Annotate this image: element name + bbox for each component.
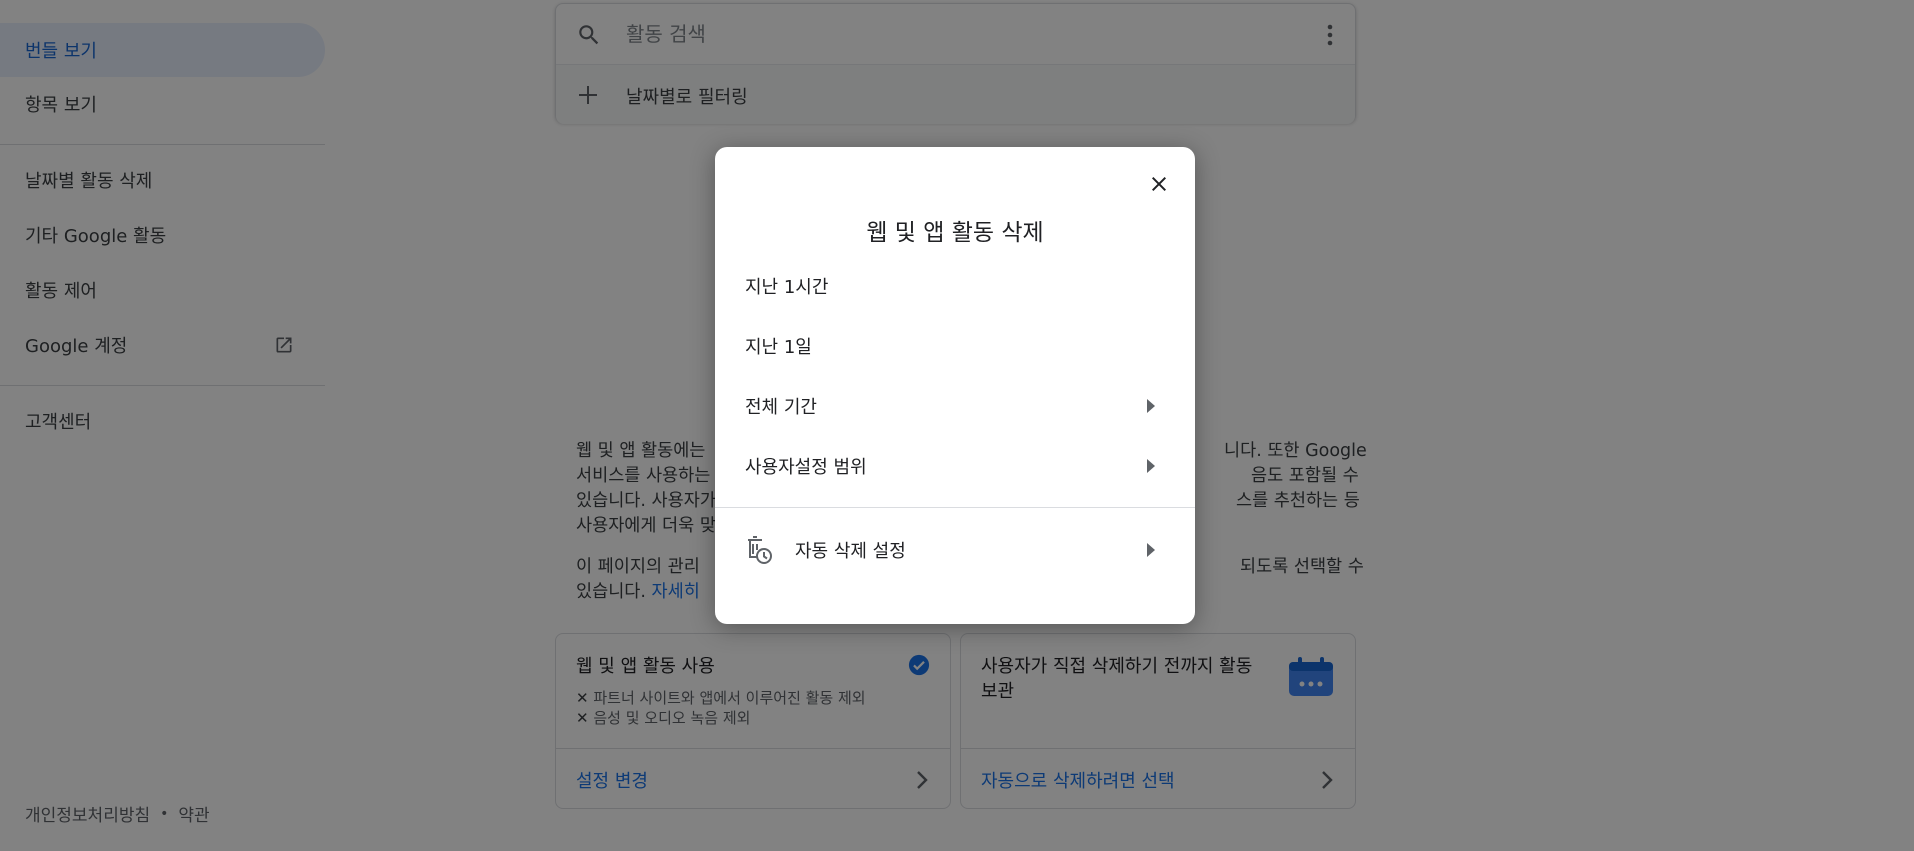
caret-right-icon	[1147, 459, 1155, 473]
option-all-time[interactable]: 전체 기간	[715, 379, 1195, 433]
close-icon[interactable]	[1147, 172, 1171, 196]
option-label: 지난 1일	[745, 337, 812, 358]
option-auto-delete[interactable]: 자동 삭제 설정	[715, 523, 1195, 577]
option-last-hour[interactable]: 지난 1시간	[715, 259, 1195, 313]
option-label: 자동 삭제 설정	[795, 541, 906, 562]
caret-right-icon	[1147, 399, 1155, 413]
option-label: 전체 기간	[745, 397, 817, 418]
option-last-day[interactable]: 지난 1일	[715, 319, 1195, 373]
option-label: 사용자설정 범위	[745, 457, 867, 478]
dialog-title: 웹 및 앱 활동 삭제	[866, 220, 1044, 246]
caret-right-icon	[1147, 543, 1155, 557]
delete-activity-dialog: 웹 및 앱 활동 삭제 지난 1시간 지난 1일 전체 기간 사용자설정 범위 …	[715, 147, 1195, 624]
dialog-divider	[715, 507, 1195, 508]
option-label: 지난 1시간	[745, 277, 829, 298]
auto-delete-icon	[748, 536, 772, 564]
option-custom-range[interactable]: 사용자설정 범위	[715, 439, 1195, 493]
